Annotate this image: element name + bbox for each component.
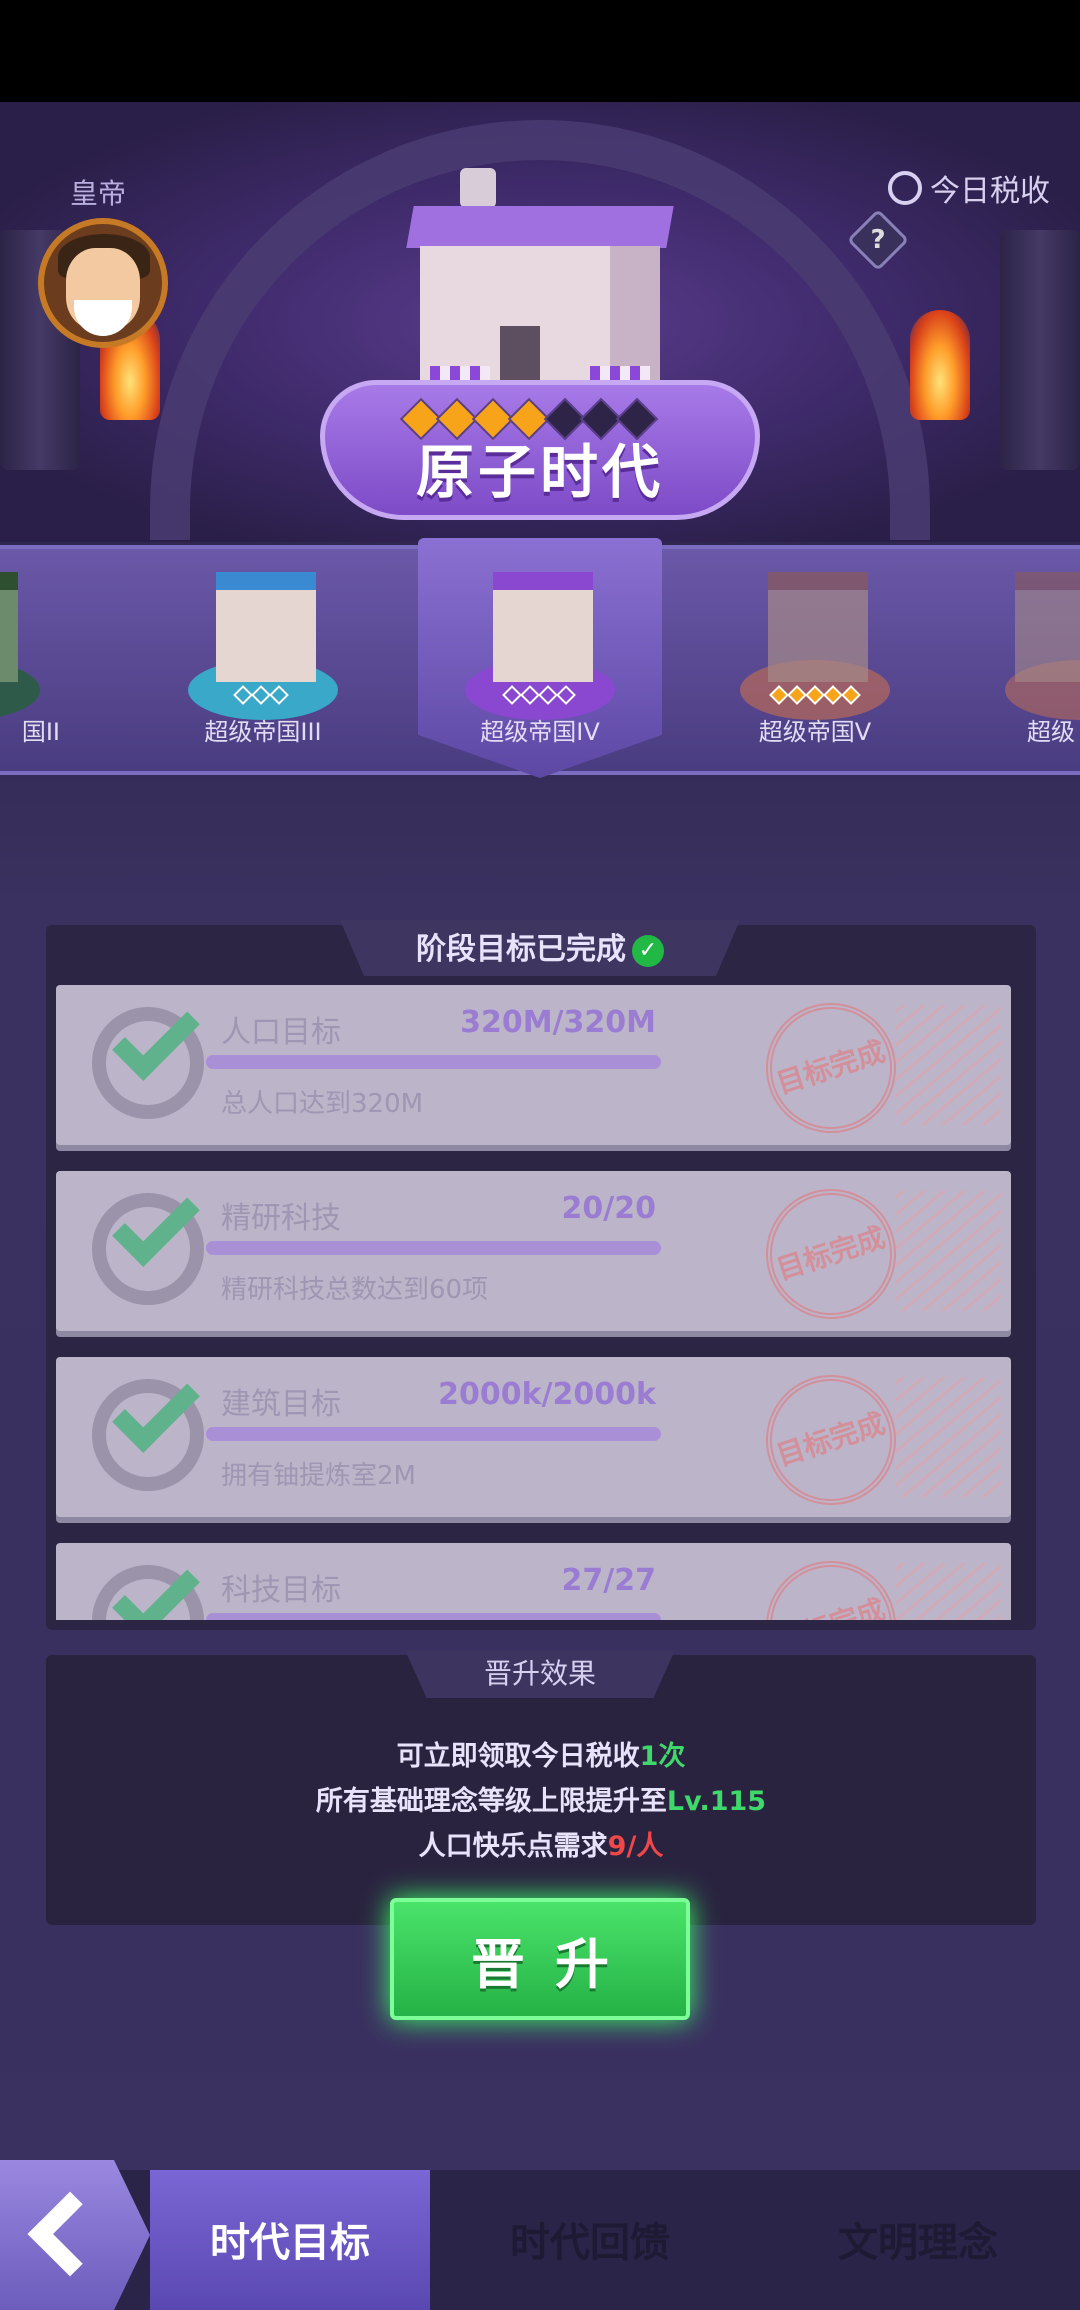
checkmark-icon: ✓ [632,934,664,967]
stamp-waves [896,1191,1001,1311]
goal-progress: 2000k/2000k [438,1377,656,1412]
goal-complete-stamp: 目标完成 [749,1172,913,1336]
effect-value: Lv.115 [666,1786,767,1817]
era-stars [502,685,576,705]
effect-text: 所有基础理念等级上限提升至 [315,1786,667,1817]
goal-description: 精研科技总数达到60项 [221,1275,489,1305]
era-stars [233,685,289,705]
effect-text: 人口快乐点需求 [418,1831,608,1862]
goal-complete-stamp: 目标完成 [749,1358,913,1522]
goal-card: 人口目标 320M/320M 总人口达到320M 目标完成 [56,985,1011,1150]
goal-card: 科技目标 27/27 目标完成 [56,1543,1011,1620]
tab-era-goals[interactable]: 时代目标 [160,2210,420,2268]
goals-title-text: 阶段目标已完成 [416,932,626,967]
right-torch-icon [910,310,970,420]
goal-complete-stamp: 目标完成 [749,1544,913,1620]
goal-card: 精研科技 20/20 精研科技总数达到60项 目标完成 [56,1171,1011,1336]
right-pillar [1000,230,1080,470]
effect-text: 可立即领取今日税收 [396,1741,640,1772]
daily-tax-label: 今日税收 [930,174,1050,209]
effects-title: 晋升效果 [483,1657,596,1690]
era-item[interactable]: 超级帝国III [148,560,378,760]
chevron-left-icon [27,2191,113,2277]
effect-value: 9/人 [607,1831,664,1862]
era-item[interactable]: 超级帝国V [700,560,930,760]
money-bag-icon [888,171,922,205]
goal-complete-stamp: 目标完成 [749,986,913,1150]
era-label: 超级帝国III [204,718,322,746]
era-item[interactable]: 国II [0,560,80,760]
promote-button[interactable]: 晋升 [390,1898,690,2020]
goals-title: 阶段目标已完成 ✓ [340,924,740,968]
question-icon: ? [870,225,886,255]
goal-progress-bar [206,1241,661,1255]
era-label: 国II [21,718,60,746]
goal-description: 拥有铀提炼室2M [221,1461,416,1491]
era-label: 超级帝国V [758,718,872,746]
goal-progress-bar [206,1427,661,1441]
status-bar [0,0,1080,102]
era-item[interactable]: 超级 [985,560,1080,760]
emperor-title: 皇帝 [70,177,127,210]
goal-progress: 20/20 [561,1191,656,1226]
goal-progress-bar [206,1613,661,1620]
goal-progress: 27/27 [561,1563,656,1598]
tab-civilization-ideas[interactable]: 文明理念 [788,2210,1048,2268]
daily-tax-button[interactable]: 今日税收 [888,166,1050,210]
stamp-waves [896,1005,1001,1125]
era-label: 超级 [1027,718,1075,746]
goal-card: 建筑目标 2000k/2000k 拥有铀提炼室2M 目标完成 [56,1357,1011,1522]
effect-line-tax: 可立即领取今日税收1次 [46,1734,1036,1773]
effect-line-level: 所有基础理念等级上限提升至Lv.115 [46,1779,1036,1818]
goals-list[interactable]: 人口目标 320M/320M 总人口达到320M 目标完成 精研科技 20/20… [56,985,1011,1620]
stamp-waves [896,1377,1001,1497]
era-label: 超级帝国IV [480,718,600,746]
goal-progress-bar [206,1055,661,1069]
era-title: 原子时代 [415,438,664,506]
goal-description: 总人口达到320M [221,1089,424,1119]
era-item-selected[interactable]: 超级帝国IV [425,560,655,760]
avatar[interactable] [38,218,168,348]
era-stars [769,685,861,705]
stamp-waves [896,1563,1001,1620]
tab-era-rewards[interactable]: 时代回馈 [460,2210,720,2268]
goal-progress: 320M/320M [460,1005,656,1040]
effect-value: 1次 [639,1741,686,1772]
effect-line-happiness: 人口快乐点需求9/人 [46,1824,1036,1863]
